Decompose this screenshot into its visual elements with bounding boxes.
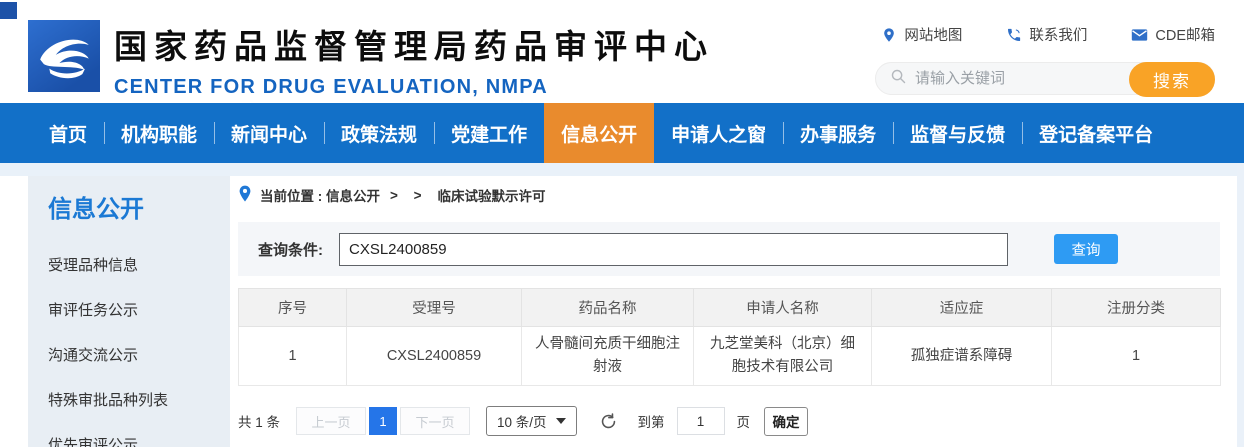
pagination-bar: 共 1 条 上一页 1 下一页 10 条/页 到第 页 确定 <box>238 406 1220 436</box>
nav-item-functions[interactable]: 机构职能 <box>104 103 214 163</box>
breadcrumb-separator: > > <box>390 188 428 203</box>
map-pin-icon <box>881 27 897 43</box>
site-title: 国家药品监督管理局药品审评中心 <box>114 20 714 68</box>
table-row: 1 CXSL2400859 人骨髓间充质干细胞注射液 九芝堂美科（北京）细胞技术… <box>239 327 1221 386</box>
header-quick-links: 网站地图 联系我们 CDE邮箱 <box>881 24 1215 45</box>
main-nav: 首页 机构职能 新闻中心 政策法规 党建工作 信息公开 申请人之窗 办事服务 监… <box>0 103 1244 163</box>
breadcrumb-prefix: 当前位置 : 信息公开 <box>260 185 380 205</box>
sidebar-item-accepted-products[interactable]: 受理品种信息 <box>48 258 230 274</box>
page-size-value: 10 条/页 <box>497 411 547 431</box>
nav-item-supervision[interactable]: 监督与反馈 <box>893 103 1022 163</box>
page-unit-label: 页 <box>737 411 751 431</box>
goto-page-label: 到第 <box>638 411 665 431</box>
site-search-bar: 搜索 <box>875 62 1215 95</box>
sidebar-item-review-tasks[interactable]: 审评任务公示 <box>48 303 230 319</box>
nav-item-services[interactable]: 办事服务 <box>783 103 893 163</box>
col-header-registration-class: 注册分类 <box>1052 289 1221 327</box>
right-edge-strip <box>1237 163 1244 447</box>
nav-item-registration-platform[interactable]: 登记备案平台 <box>1022 103 1170 163</box>
sitemap-link[interactable]: 网站地图 <box>881 24 962 45</box>
results-table: 序号 受理号 药品名称 申请人名称 适应症 注册分类 1 CXSL2400859… <box>238 288 1221 386</box>
nav-item-applicant-window[interactable]: 申请人之窗 <box>654 103 783 163</box>
breadcrumb-current: 临床试验默示许可 <box>438 185 546 205</box>
site-search-button[interactable]: 搜索 <box>1129 62 1215 97</box>
col-header-applicant: 申请人名称 <box>694 289 872 327</box>
prev-page-button[interactable]: 上一页 <box>296 407 366 435</box>
cde-mail-label: CDE邮箱 <box>1155 24 1215 45</box>
confirm-button[interactable]: 确定 <box>764 407 808 436</box>
sidebar-item-communication[interactable]: 沟通交流公示 <box>48 348 230 364</box>
main-content: 当前位置 : 信息公开 > > 临床试验默示许可 查询条件: 查询 序号 受理号… <box>238 176 1220 436</box>
sidebar-title: 信息公开 <box>48 196 230 224</box>
page: 国家药品监督管理局药品审评中心 CENTER FOR DRUG EVALUATI… <box>0 0 1244 447</box>
nav-item-policies[interactable]: 政策法规 <box>324 103 434 163</box>
page-size-select[interactable]: 10 条/页 <box>486 406 577 436</box>
col-header-indication: 适应症 <box>872 289 1052 327</box>
cde-mail-link[interactable]: CDE邮箱 <box>1131 24 1215 45</box>
site-subtitle: CENTER FOR DRUG EVALUATION, NMPA <box>114 76 714 99</box>
total-count-label: 共 1 条 <box>238 411 280 431</box>
swan-logo-icon <box>31 28 97 85</box>
contact-link[interactable]: 联系我们 <box>1006 24 1087 45</box>
cell-applicant: 九芝堂美科（北京）细胞技术有限公司 <box>694 327 872 386</box>
cell-drug-name: 人骨髓间充质干细胞注射液 <box>522 327 694 386</box>
cde-logo <box>28 20 100 92</box>
corner-decoration <box>0 2 17 19</box>
query-condition-label: 查询条件: <box>258 239 323 260</box>
cell-acceptance-no: CXSL2400859 <box>347 327 522 386</box>
col-header-index: 序号 <box>239 289 347 327</box>
nav-item-home[interactable]: 首页 <box>32 103 104 163</box>
col-header-acceptance-no: 受理号 <box>347 289 522 327</box>
nav-item-party[interactable]: 党建工作 <box>434 103 544 163</box>
refresh-icon[interactable] <box>599 412 618 431</box>
nav-item-news[interactable]: 新闻中心 <box>214 103 324 163</box>
chevron-down-icon <box>556 418 566 424</box>
next-page-button[interactable]: 下一页 <box>400 407 470 435</box>
breadcrumb-pin-icon <box>238 185 252 205</box>
contact-label: 联系我们 <box>1029 24 1087 45</box>
sidebar-item-priority-review[interactable]: 优先审评公示 <box>48 438 230 447</box>
goto-page-input[interactable] <box>677 407 725 435</box>
phone-icon <box>1006 27 1022 43</box>
page-1-button[interactable]: 1 <box>369 407 397 435</box>
site-identity: 国家药品监督管理局药品审评中心 CENTER FOR DRUG EVALUATI… <box>114 20 714 99</box>
sidebar-menu: 受理品种信息 审评任务公示 沟通交流公示 特殊审批品种列表 优先审评公示 <box>48 258 230 447</box>
cell-indication: 孤独症谱系障碍 <box>872 327 1052 386</box>
sitemap-label: 网站地图 <box>904 24 962 45</box>
query-panel: 查询条件: 查询 <box>238 222 1220 276</box>
nav-item-info-disclosure[interactable]: 信息公开 <box>544 103 654 163</box>
sidebar-item-special-approval[interactable]: 特殊审批品种列表 <box>48 393 230 409</box>
cell-registration-class: 1 <box>1052 327 1221 386</box>
cell-index: 1 <box>239 327 347 386</box>
mail-icon <box>1131 28 1148 42</box>
search-icon <box>890 68 907 90</box>
breadcrumb: 当前位置 : 信息公开 > > 临床试验默示许可 <box>238 182 1220 208</box>
sidebar: 信息公开 受理品种信息 审评任务公示 沟通交流公示 特殊审批品种列表 优先审评公… <box>28 176 230 447</box>
col-header-drug-name: 药品名称 <box>522 289 694 327</box>
nav-divider-band <box>0 163 1244 176</box>
query-condition-input[interactable] <box>339 233 1008 266</box>
query-button[interactable]: 查询 <box>1054 234 1118 264</box>
table-header-row: 序号 受理号 药品名称 申请人名称 适应症 注册分类 <box>239 289 1221 327</box>
